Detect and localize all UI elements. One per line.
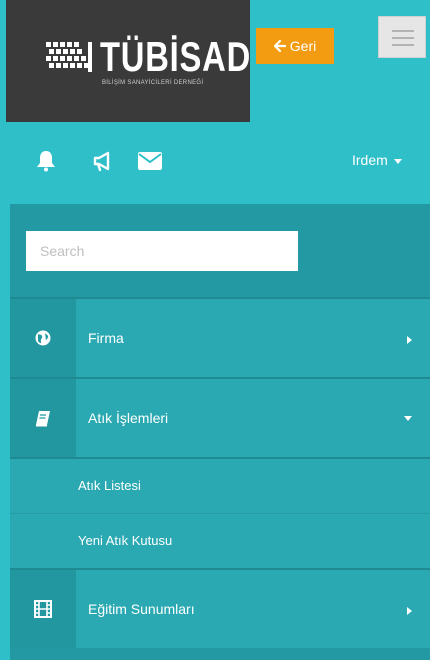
submenu-item-atik-listesi[interactable]: Atık Listesi xyxy=(10,459,430,513)
icon-cell xyxy=(10,570,76,648)
hamburger-bar xyxy=(392,44,414,46)
arrow-left-icon xyxy=(273,40,286,52)
chevron-down-icon xyxy=(404,416,412,421)
user-menu[interactable]: Irdem xyxy=(352,152,402,168)
search-input[interactable] xyxy=(26,231,298,271)
brand-name: TÜBİSAD xyxy=(100,33,252,80)
sidebar-item-egitim-sunumlari[interactable]: Eğitim Sunumları xyxy=(10,570,430,648)
bell-icon[interactable] xyxy=(36,150,56,172)
icon-cell xyxy=(10,299,76,377)
chevron-right-icon xyxy=(407,336,412,344)
hamburger-bar xyxy=(392,30,414,32)
book-icon xyxy=(36,410,50,426)
chevron-right-icon xyxy=(407,607,412,615)
megaphone-icon[interactable] xyxy=(92,150,114,172)
sidebar-item-label: Firma xyxy=(88,330,124,346)
user-name: Irdem xyxy=(352,152,388,168)
icon-cell xyxy=(10,379,76,457)
caret-down-icon xyxy=(393,158,402,164)
logo-box[interactable]: TÜBİSAD BİLİŞİM SANAYİCİLERİ DERNEĞİ xyxy=(6,0,250,122)
back-button[interactable]: Geri xyxy=(256,28,334,64)
sidebar-item-atik-islemleri[interactable]: Atık İşlemleri xyxy=(10,379,430,457)
envelope-icon[interactable] xyxy=(138,152,162,170)
hamburger-menu-button[interactable] xyxy=(378,16,426,58)
hamburger-bar xyxy=(392,37,414,39)
user-toolbar: Irdem xyxy=(0,130,430,190)
back-button-label: Geri xyxy=(289,38,317,54)
brand-subtitle: BİLİŞİM SANAYİCİLERİ DERNEĞİ xyxy=(102,80,204,86)
submenu-item-yeni-atik-kutusu[interactable]: Yeni Atık Kutusu xyxy=(10,514,430,568)
sidebar-item-label: Atık İşlemleri xyxy=(88,410,169,426)
globe-icon xyxy=(35,330,51,346)
film-icon xyxy=(34,600,52,618)
logo-mark-icon xyxy=(46,42,92,72)
submenu-item-label: Yeni Atık Kutusu xyxy=(78,533,173,548)
submenu-item-label: Atık Listesi xyxy=(78,478,141,493)
sidebar-item-firma[interactable]: Firma xyxy=(10,299,430,377)
sidebar-item-label: Eğitim Sunumları xyxy=(88,601,195,617)
sidebar-panel: Firma Atık İşlemleri Atık Listesi Yeni A… xyxy=(10,204,430,660)
